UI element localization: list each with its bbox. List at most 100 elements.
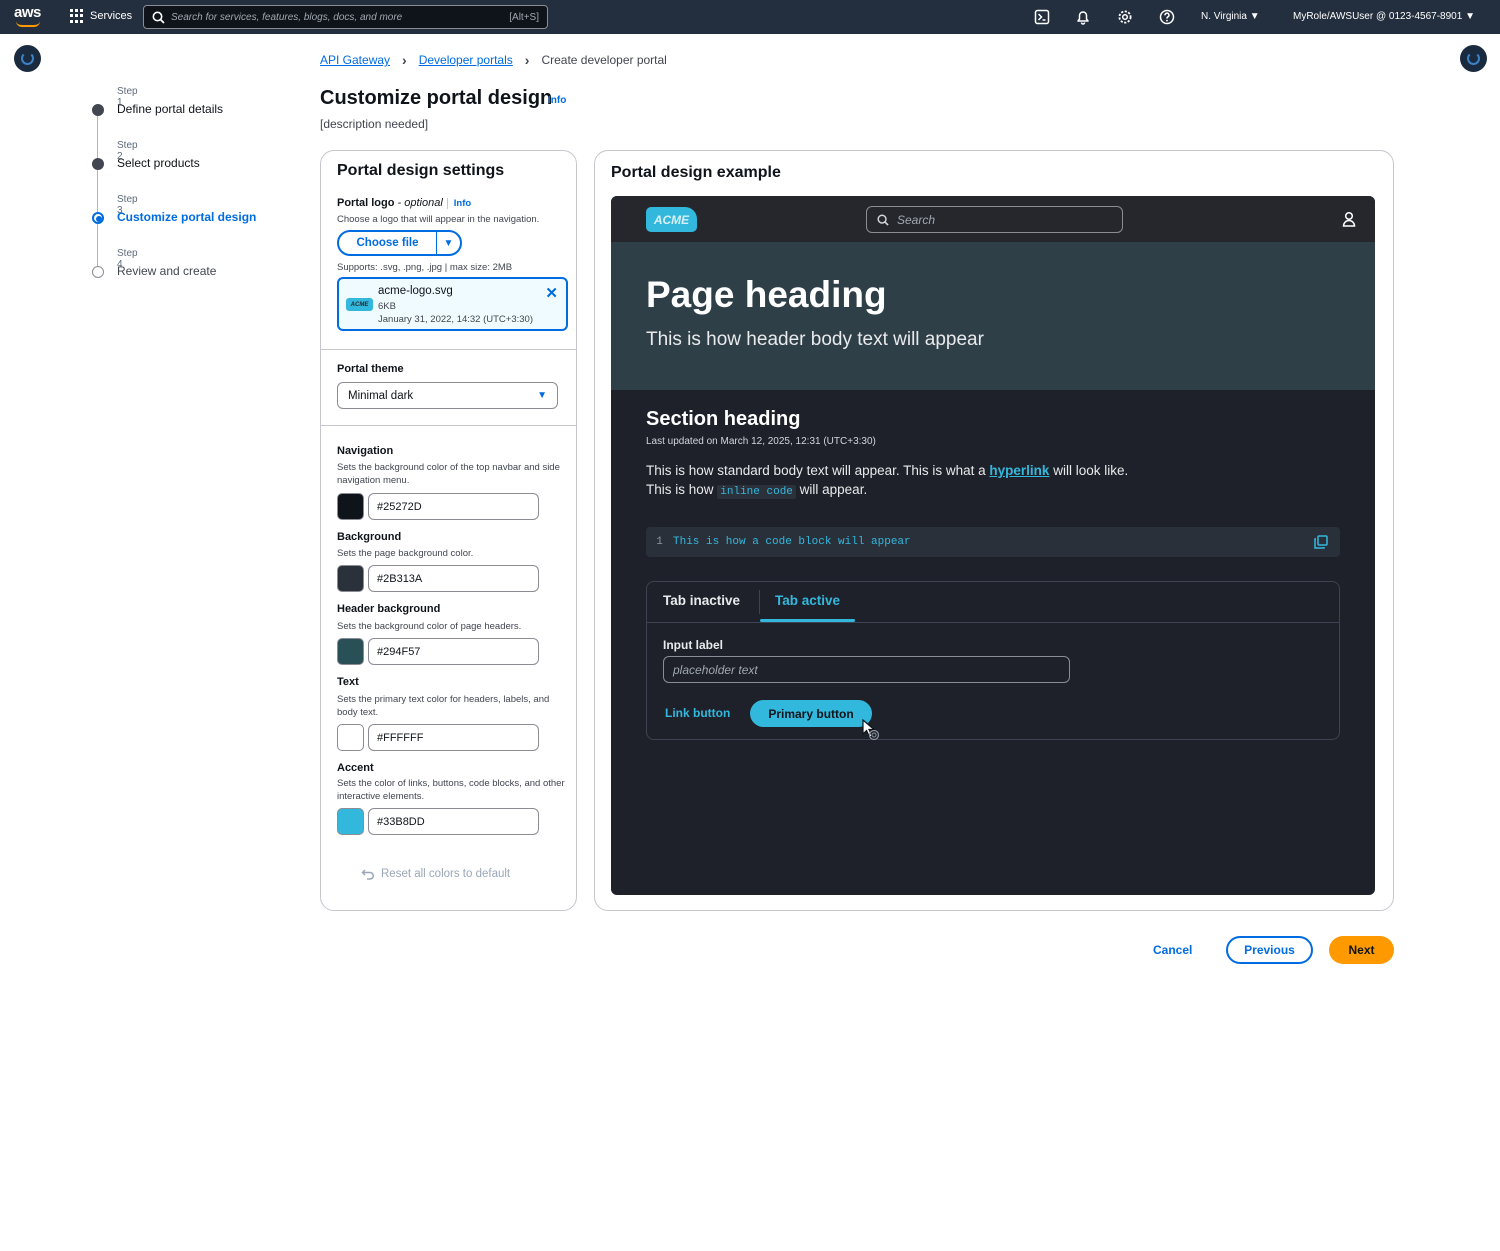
- bell-icon[interactable]: [1075, 9, 1091, 25]
- undo-icon: [361, 869, 374, 880]
- services-menu[interactable]: Services: [70, 9, 132, 23]
- accent-color-description: Sets the color of links, buttons, code b…: [337, 778, 565, 802]
- info-link[interactable]: Info: [446, 198, 472, 209]
- preview-body-text: This is how standard body text will appe…: [646, 463, 1129, 499]
- close-icon[interactable]: ✕: [545, 284, 558, 302]
- search-shortcut: [Alt+S]: [509, 11, 539, 23]
- preview-header-background: [611, 242, 1375, 390]
- next-button[interactable]: Next: [1329, 936, 1394, 964]
- help-panel-toggle-icon[interactable]: [1460, 45, 1487, 72]
- global-search-input[interactable]: Search for services, features, blogs, do…: [143, 5, 548, 29]
- caret-down-icon: ▼: [1249, 11, 1260, 22]
- account-menu[interactable]: MyRole/AWSUser @ 0123-4567-8901 ▼: [1293, 11, 1475, 22]
- caret-down-icon: ▼: [537, 390, 547, 401]
- header-background-color-input[interactable]: #294F57: [368, 638, 539, 665]
- aws-logo[interactable]: aws: [14, 5, 44, 29]
- breadcrumb-developer-portals[interactable]: Developer portals: [419, 53, 513, 67]
- text-color-description: Sets the primary text color for headers,…: [337, 694, 550, 718]
- refresh-icon: [1467, 52, 1480, 65]
- preview-last-updated: Last updated on March 12, 2025, 12:31 (U…: [646, 436, 876, 447]
- step-name: Customize portal design: [117, 210, 257, 224]
- color-swatch[interactable]: [337, 808, 364, 835]
- active-tab-underline: [760, 619, 855, 622]
- preview-search-input: Search: [866, 206, 1123, 233]
- color-swatch[interactable]: [337, 638, 364, 665]
- text-color-input[interactable]: #FFFFFF: [368, 724, 539, 751]
- preview-input-field: placeholder text: [663, 656, 1070, 683]
- navigation-color-input[interactable]: #25272D: [368, 493, 539, 520]
- section-divider: [321, 349, 576, 350]
- breadcrumb-api-gateway[interactable]: API Gateway: [320, 53, 390, 67]
- accent-color-input[interactable]: #33B8DD: [368, 808, 539, 835]
- chevron-right-icon: ›: [402, 52, 407, 68]
- color-swatch[interactable]: [337, 565, 364, 592]
- portal-theme-label: Portal theme: [337, 363, 404, 375]
- region-label: N. Virginia: [1201, 11, 1247, 22]
- step-name: Review and create: [117, 264, 217, 278]
- cloudshell-icon[interactable]: [1034, 9, 1050, 25]
- preview-tab-inactive: Tab inactive: [663, 593, 741, 608]
- preview-section-heading: Section heading: [646, 408, 801, 430]
- search-icon: [152, 11, 165, 24]
- background-color-label: Background: [337, 531, 402, 543]
- copy-icon: [1314, 535, 1328, 549]
- portal-theme-select[interactable]: Minimal dark ▼: [337, 382, 558, 409]
- page-title: Customize portal design: [320, 87, 553, 109]
- selected-file-card: ACME acme-logo.svg 6KB January 31, 2022,…: [337, 277, 568, 331]
- text-color-row: #FFFFFF: [337, 724, 539, 751]
- portal-design-example-panel: Portal design example ACME Search Page h…: [594, 150, 1394, 911]
- step-complete-icon: [92, 158, 104, 170]
- top-navigation: aws Services Search for services, featur…: [0, 0, 1500, 34]
- portal-theme-value: Minimal dark: [348, 389, 414, 402]
- preview-header-body: This is how header body text will appear: [646, 329, 984, 350]
- step-active-icon: [92, 212, 104, 224]
- step-name: Select products: [117, 156, 200, 170]
- accent-color-label: Accent: [337, 762, 374, 774]
- cancel-button[interactable]: Cancel: [1153, 943, 1192, 957]
- side-nav-toggle-icon[interactable]: [14, 45, 41, 72]
- user-icon: [1342, 211, 1356, 227]
- region-selector[interactable]: N. Virginia ▼: [1201, 11, 1260, 22]
- file-size: 6KB: [378, 301, 396, 312]
- search-placeholder: Search for services, features, blogs, do…: [171, 11, 403, 23]
- code-text: This is how a code block will appear: [673, 536, 911, 548]
- pointer-cursor-icon: [862, 719, 880, 741]
- preview-inline-code: inline code: [717, 485, 796, 499]
- color-swatch[interactable]: [337, 493, 364, 520]
- step-connector: [97, 224, 98, 266]
- account-label: MyRole/AWSUser @ 0123-4567-8901: [1293, 11, 1463, 22]
- search-icon: [877, 213, 889, 226]
- file-date: January 31, 2022, 14:32 (UTC+3:30): [378, 314, 533, 325]
- header-background-color-label: Header background: [337, 603, 441, 615]
- background-color-row: #2B313A: [337, 565, 539, 592]
- navigation-color-label: Navigation: [337, 445, 394, 457]
- help-icon[interactable]: [1159, 9, 1175, 25]
- preview-search-placeholder: Search: [897, 212, 936, 227]
- navigation-color-row: #25272D: [337, 493, 539, 520]
- text-color-label: Text: [337, 676, 359, 688]
- preview-page-heading: Page heading: [646, 274, 887, 315]
- previous-button[interactable]: Previous: [1226, 936, 1313, 964]
- file-name: acme-logo.svg: [378, 285, 453, 297]
- header-background-color-row: #294F57: [337, 638, 539, 665]
- step-complete-icon: [92, 104, 104, 116]
- reset-colors-label: Reset all colors to default: [381, 868, 511, 880]
- preview-title: Portal design example: [611, 164, 781, 181]
- aws-smile-icon: [16, 21, 40, 27]
- preview-hyperlink: hyperlink: [989, 463, 1050, 478]
- breadcrumb-current: Create developer portal: [541, 53, 667, 67]
- info-link[interactable]: Info: [548, 95, 566, 106]
- portal-preview: ACME Search Page heading This is how hea…: [611, 196, 1375, 895]
- color-swatch[interactable]: [337, 724, 364, 751]
- settings-icon[interactable]: [1117, 9, 1133, 25]
- header-background-color-description: Sets the background color of page header…: [337, 621, 522, 632]
- breadcrumb: API Gateway › Developer portals › Create…: [320, 52, 667, 68]
- background-color-input[interactable]: #2B313A: [368, 565, 539, 592]
- portal-design-settings-panel: Portal design settings Portal logo - opt…: [320, 150, 577, 911]
- choose-file-button[interactable]: Choose file ▼: [337, 230, 462, 256]
- step-connector: [97, 116, 98, 158]
- reset-colors-button[interactable]: Reset all colors to default: [361, 868, 510, 880]
- preview-navbar: ACME Search: [611, 196, 1375, 242]
- caret-down-icon[interactable]: ▼: [437, 238, 460, 249]
- caret-down-icon: ▼: [1465, 11, 1475, 22]
